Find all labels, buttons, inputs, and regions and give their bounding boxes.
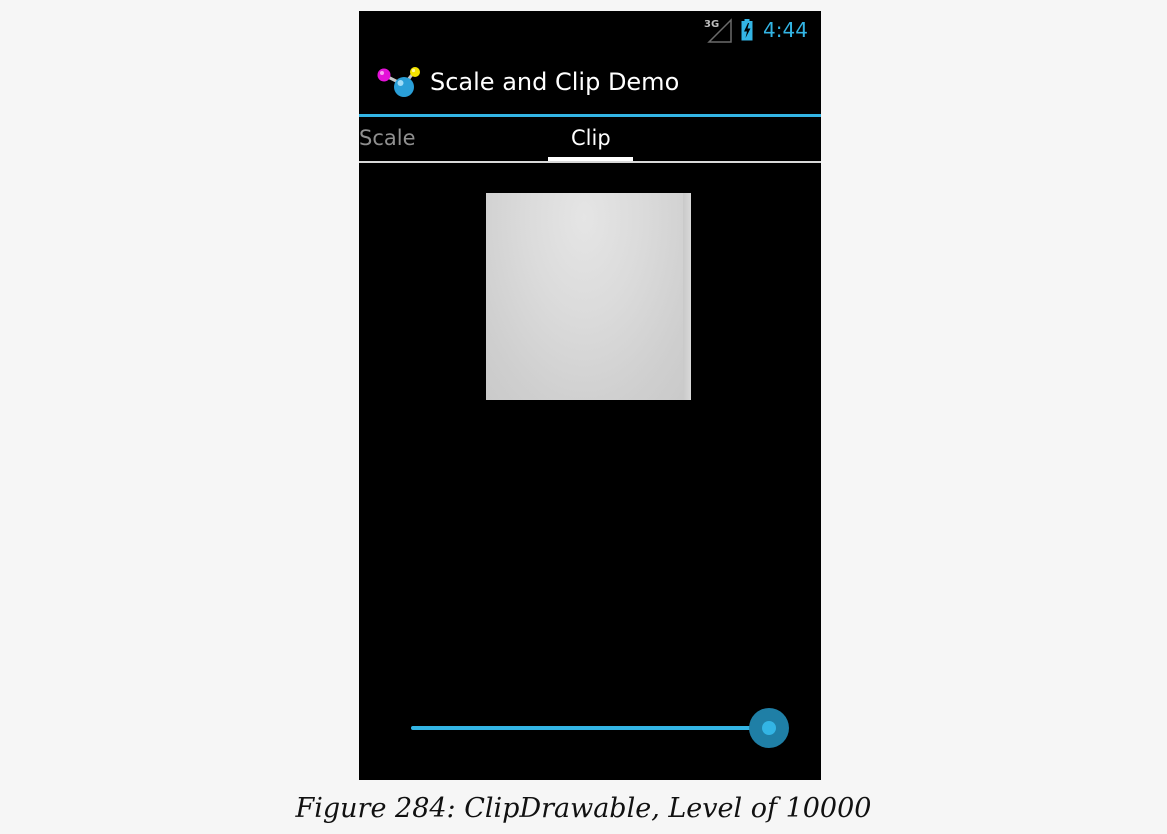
signal-3g-icon: 3G (704, 18, 732, 43)
action-bar: Scale and Clip Demo (359, 49, 821, 115)
figure-caption: Figure 284: ClipDrawable, Level of 10000 (295, 793, 872, 824)
tab-clip[interactable]: Clip (571, 124, 611, 152)
tab-bar: Scale Clip (359, 117, 821, 161)
battery-charging-icon (741, 19, 753, 41)
tab-scale[interactable]: Scale (359, 124, 416, 152)
clip-image-edge (683, 193, 691, 400)
level-seekbar[interactable] (411, 705, 791, 751)
seekbar-thumb[interactable] (762, 721, 776, 735)
clip-drawable-image (486, 193, 691, 400)
network-label: 3G (704, 19, 719, 30)
app-title: Scale and Clip Demo (430, 68, 680, 96)
status-clock: 4:44 (763, 18, 808, 42)
tab-bar-divider (359, 161, 821, 163)
status-bar: 3G 4:44 (359, 11, 821, 49)
molecule-app-icon[interactable] (375, 67, 425, 101)
device-screen: 3G 4:44 Scale and Clip Demo Scale Clip (359, 11, 821, 780)
seekbar-progress-track (411, 726, 769, 730)
